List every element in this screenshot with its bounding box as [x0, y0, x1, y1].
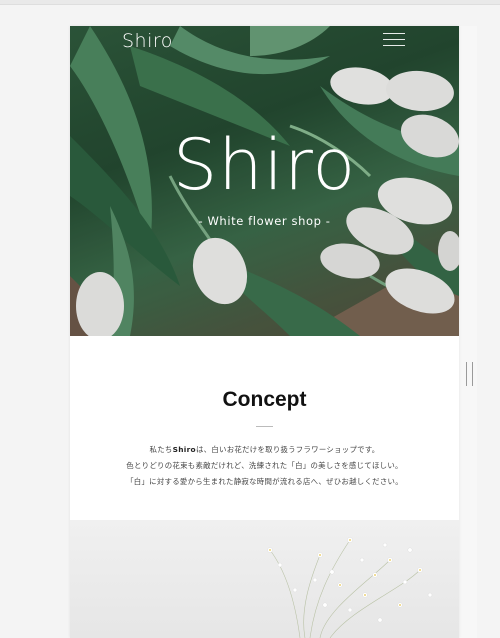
concept-line-1: 私たちShiroは、白いお花だけを取り扱うフラワーショップです。 — [70, 442, 459, 458]
concept-divider — [256, 426, 273, 427]
concept-text: 私たちShiroは、白いお花だけを取り扱うフラワーショップです。 色とりどりの花… — [70, 442, 459, 490]
site-logo[interactable]: Shiro — [122, 30, 173, 52]
resize-handle[interactable] — [466, 362, 473, 386]
mobile-preview-frame: Shiro Shiro - White flower shop - Concep… — [70, 26, 459, 638]
concept-line-3: 「白」に対する愛から生まれた静寂な時間が流れる店へ、ぜひお越しください。 — [126, 477, 403, 486]
browser-top-bar — [0, 0, 500, 5]
hero-title: Shiro — [172, 124, 357, 206]
white-flowers-photo — [70, 520, 459, 638]
hamburger-menu-icon[interactable] — [383, 33, 405, 47]
hero-section: Shiro Shiro - White flower shop - — [70, 26, 459, 336]
concept-heading: Concept — [222, 388, 307, 411]
device-frame-gutter — [459, 26, 477, 638]
concept-brand: Shiro — [172, 445, 196, 454]
concept-line-1-prefix: 私たち — [149, 445, 173, 454]
concept-line-2: 色とりどりの花束も素敵だけれど、洗練された「白」の美しさを感じてほしい。 — [126, 461, 403, 470]
concept-line-1-suffix: は、白いお花だけを取り扱うフラワーショップです。 — [195, 445, 380, 454]
hero-subtitle: - White flower shop - — [198, 214, 331, 228]
